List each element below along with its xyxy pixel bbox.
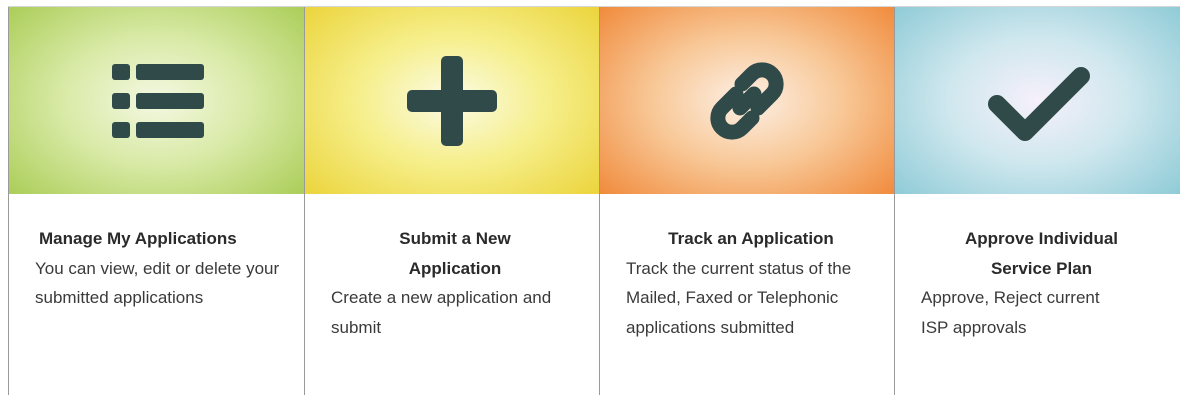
tile-description: Approve, Reject current ISP approvals	[921, 288, 1100, 337]
tile-banner[interactable]	[600, 7, 894, 194]
list-icon	[111, 63, 204, 138]
tile-description: Track the current status of the Mailed, …	[626, 258, 852, 337]
application-tiles: Manage My Applications You can view, edi…	[8, 6, 1180, 395]
tile-description: Create a new application and submit	[331, 288, 552, 337]
tile-text: Submit a New Application Create a new ap…	[305, 194, 599, 342]
tile-banner[interactable]	[305, 7, 599, 194]
checkmark-icon	[987, 66, 1090, 141]
tile-text: Approve Individual Service Plan Approve,…	[895, 194, 1180, 342]
tile-banner[interactable]	[9, 7, 304, 194]
tile-description: You can view, edit or delete your submit…	[35, 258, 280, 308]
tile-title[interactable]: Manage My Applications	[35, 224, 284, 254]
tile-manage-my-applications[interactable]: Manage My Applications You can view, edi…	[8, 7, 304, 395]
tile-title[interactable]: Submit a New Application	[331, 224, 579, 283]
tile-submit-new-application[interactable]: Submit a New Application Create a new ap…	[304, 7, 599, 395]
tile-approve-individual-service-plan[interactable]: Approve Individual Service Plan Approve,…	[894, 7, 1180, 395]
tile-banner[interactable]	[895, 7, 1180, 194]
tile-text: Manage My Applications You can view, edi…	[9, 194, 304, 313]
tile-text: Track an Application Track the current s…	[600, 194, 894, 342]
tile-title[interactable]: Track an Application	[626, 224, 876, 254]
tile-track-application[interactable]: Track an Application Track the current s…	[599, 7, 894, 395]
plus-icon	[407, 55, 497, 146]
link-icon	[710, 61, 784, 140]
tile-title[interactable]: Approve Individual Service Plan	[921, 224, 1162, 283]
